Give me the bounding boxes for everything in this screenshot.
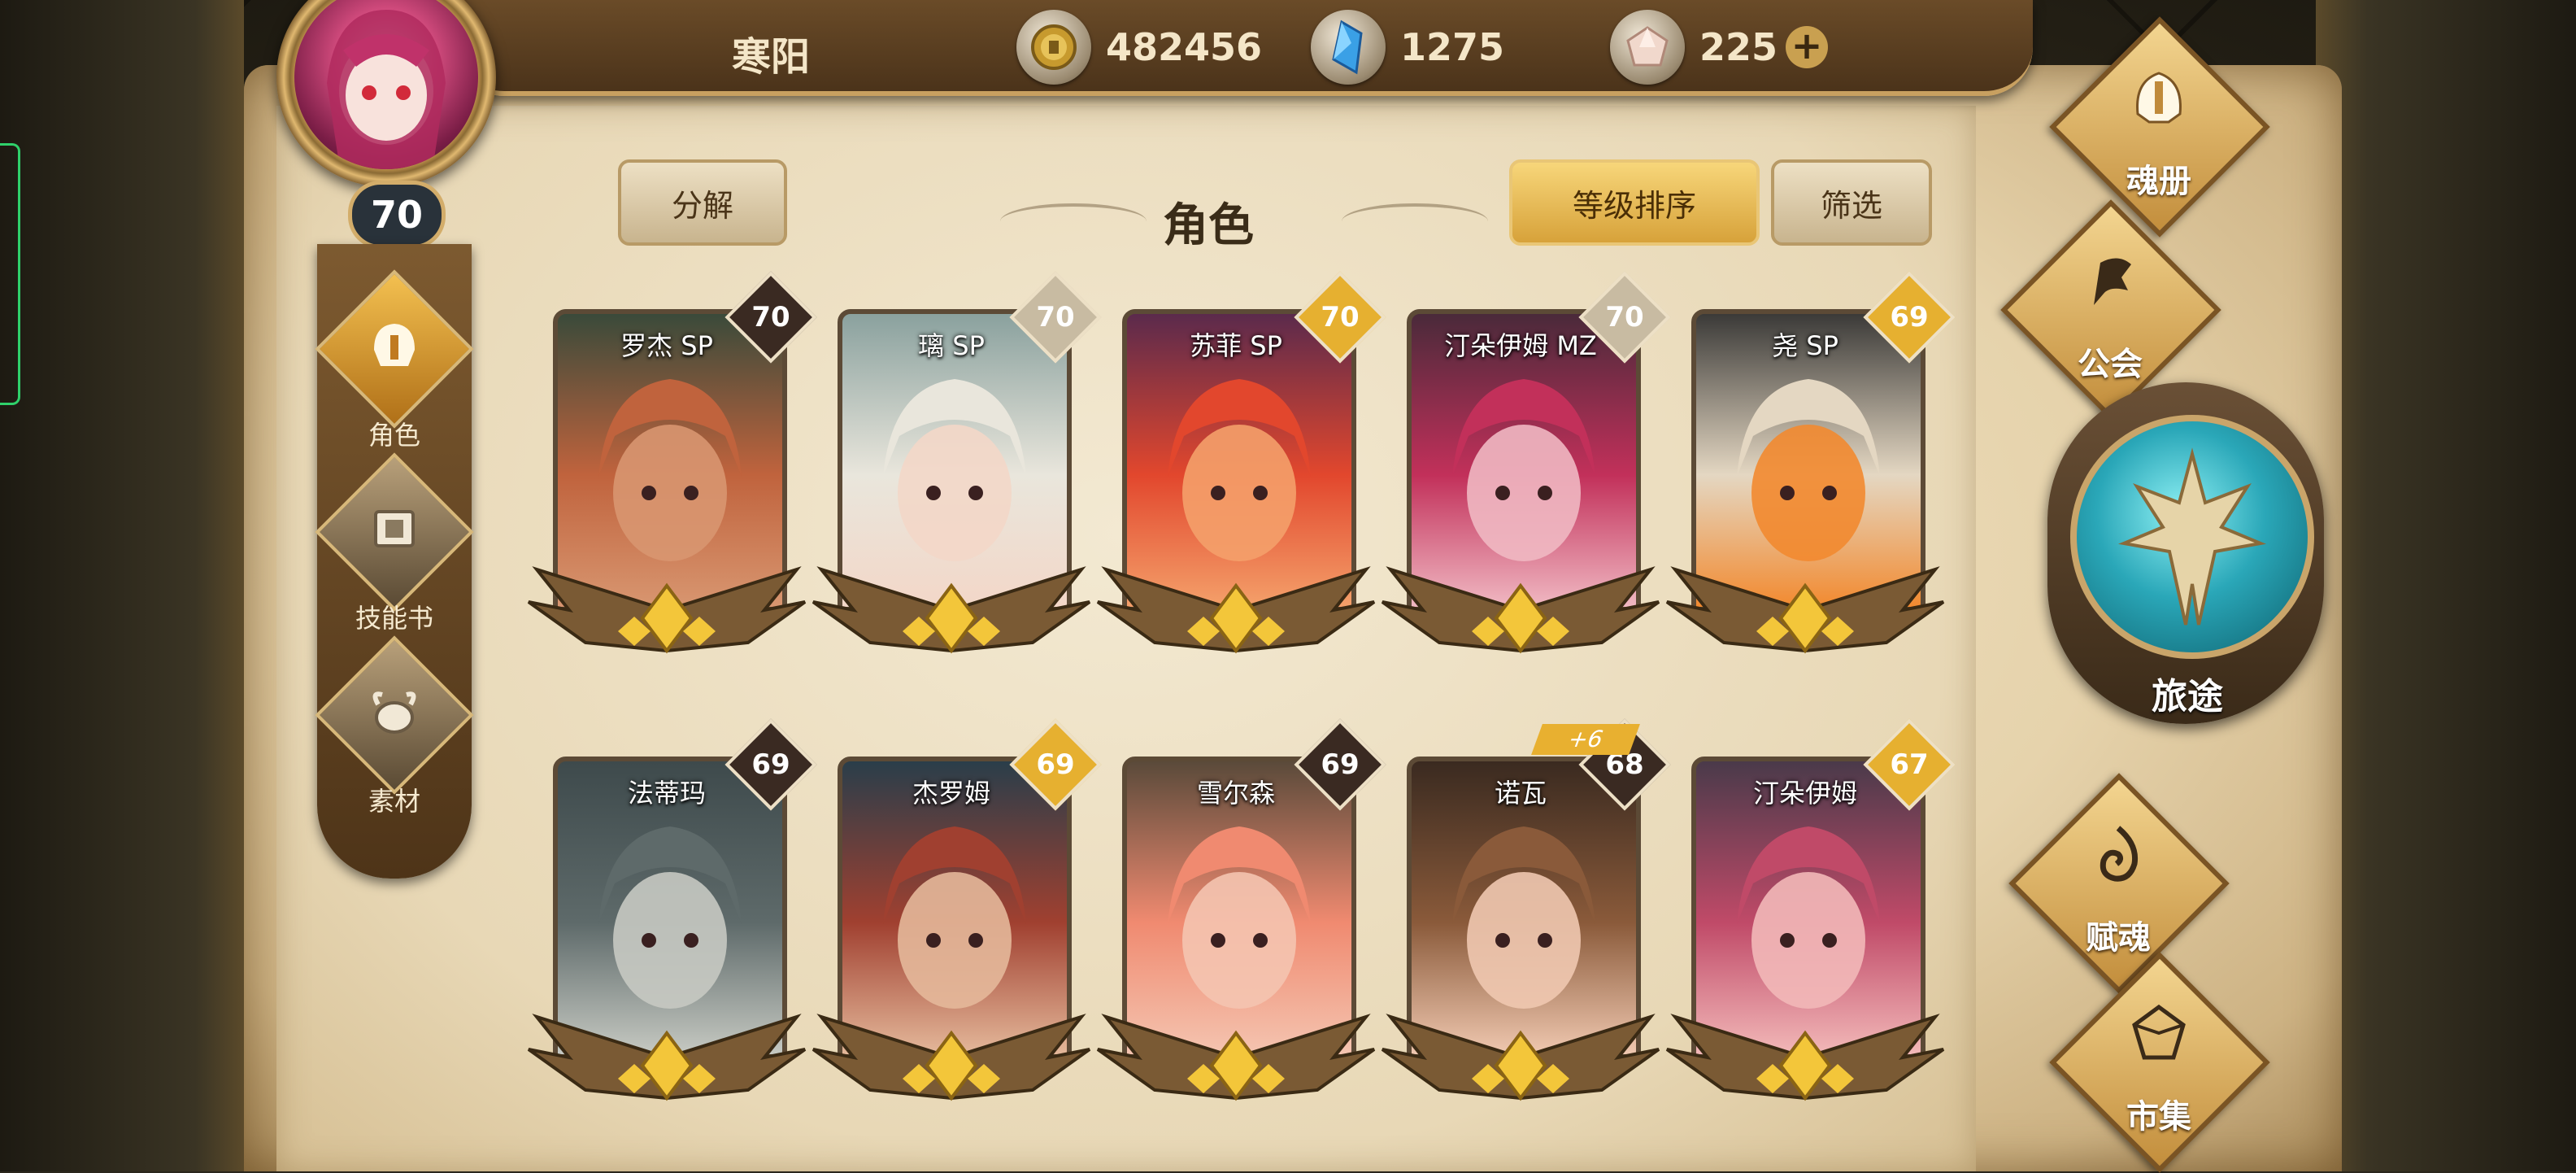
gem-resource: 225 +: [1610, 10, 1829, 85]
soul-grant-button[interactable]: 赋魂: [2008, 773, 2230, 994]
character-card[interactable]: 雪尔森 69: [1096, 718, 1386, 1139]
nav-label: 技能书: [355, 603, 433, 634]
right-nav-label: 市集: [2126, 1098, 2191, 1136]
left-border: [0, 0, 244, 1171]
right-nav-label: 魂册: [2126, 163, 2191, 200]
gold-resource: 482456: [1016, 10, 1262, 85]
title-ornament-right: [1342, 203, 1488, 239]
character-card[interactable]: 汀朵伊姆 MZ 70: [1381, 271, 1671, 691]
add-gem-button[interactable]: +: [1786, 26, 1829, 68]
gold-value: 482456: [1106, 25, 1263, 69]
blue-crystal-icon: [1311, 10, 1386, 85]
rank-wings-icon: [1096, 1014, 1376, 1101]
soul-book-button[interactable]: 魂册: [2049, 16, 2270, 238]
level-value: 69: [1890, 301, 1929, 334]
player-level-badge: 70: [348, 181, 446, 249]
nav-label: 角色: [368, 420, 420, 451]
journey-button[interactable]: 旅途: [2041, 374, 2334, 765]
crystal-value: 1275: [1400, 25, 1505, 69]
edge-handle[interactable]: [0, 143, 20, 405]
level-value: 69: [1036, 748, 1075, 781]
character-card[interactable]: 罗杰 SP 70: [527, 271, 817, 691]
nav-item-materials[interactable]: 素材: [315, 635, 474, 830]
level-value: 70: [1605, 301, 1644, 334]
nav-item-skill-books[interactable]: 技能书: [315, 452, 474, 647]
rank-wings-icon: [1665, 566, 1945, 654]
rank-wings-icon: [1381, 1014, 1660, 1101]
character-card[interactable]: 尧 SP 69: [1665, 271, 1956, 691]
material-pot-icon: [372, 691, 416, 734]
rank-wings-icon: [1381, 566, 1660, 654]
character-card[interactable]: 璃 SP 70: [812, 271, 1102, 691]
guild-banner-icon: [2094, 258, 2131, 305]
filter-button[interactable]: 筛选: [1771, 159, 1932, 246]
crystal-resource: 1275: [1311, 10, 1504, 85]
level-value: 69: [751, 748, 790, 781]
rank-wings-icon: [527, 1014, 807, 1101]
rank-wings-icon: [1665, 1014, 1945, 1101]
level-value: 70: [1036, 301, 1075, 334]
right-border: [2316, 0, 2576, 1171]
journey-orb: [2070, 415, 2314, 659]
title-ornament-left: [1000, 203, 1147, 239]
level-value: 70: [751, 301, 790, 334]
level-value: 67: [1890, 748, 1929, 781]
level-value: 69: [1321, 748, 1360, 781]
market-gem-icon: [2132, 1004, 2186, 1060]
nav-item-characters[interactable]: 角色: [315, 269, 474, 464]
player-name: 寒阳: [732, 34, 811, 80]
character-card[interactable]: 汀朵伊姆 67: [1665, 718, 1956, 1139]
gem-value: 225: [1699, 25, 1778, 69]
rank-wings-icon: [812, 1014, 1091, 1101]
character-card[interactable]: 诺瓦 68 +6: [1381, 718, 1671, 1139]
rank-wings-icon: [527, 566, 807, 654]
soul-book-icon: [2136, 72, 2182, 124]
decompose-button[interactable]: 分解: [618, 159, 787, 246]
nav-label: 素材: [368, 786, 420, 817]
gold-coin-icon: [1016, 10, 1091, 85]
player-avatar-frame[interactable]: 70: [244, 0, 545, 260]
rank-wings-icon: [1096, 566, 1376, 654]
helmet-icon: [374, 324, 415, 366]
page-title: 角色: [1163, 199, 1254, 252]
character-card[interactable]: 苏菲 SP 70: [1096, 271, 1386, 691]
level-value: 70: [1321, 301, 1360, 334]
skill-book-icon: [374, 510, 415, 547]
right-nav-label: 赋魂: [2086, 919, 2151, 957]
flame-swirl-icon: [2100, 826, 2139, 882]
pink-gem-icon: [1610, 10, 1685, 85]
right-nav-label: 旅途: [2152, 676, 2223, 717]
bonus-badge: +6: [1531, 724, 1640, 755]
journey-emblem-icon: [2117, 447, 2267, 626]
left-nav: 角色 技能书 素材: [315, 244, 474, 879]
character-card[interactable]: 杰罗姆 69: [812, 718, 1102, 1139]
market-button[interactable]: 市集: [2049, 952, 2270, 1173]
sort-by-level-button[interactable]: 等级排序: [1509, 159, 1760, 246]
rank-wings-icon: [812, 566, 1091, 654]
character-card[interactable]: 法蒂玛 69: [527, 718, 817, 1139]
